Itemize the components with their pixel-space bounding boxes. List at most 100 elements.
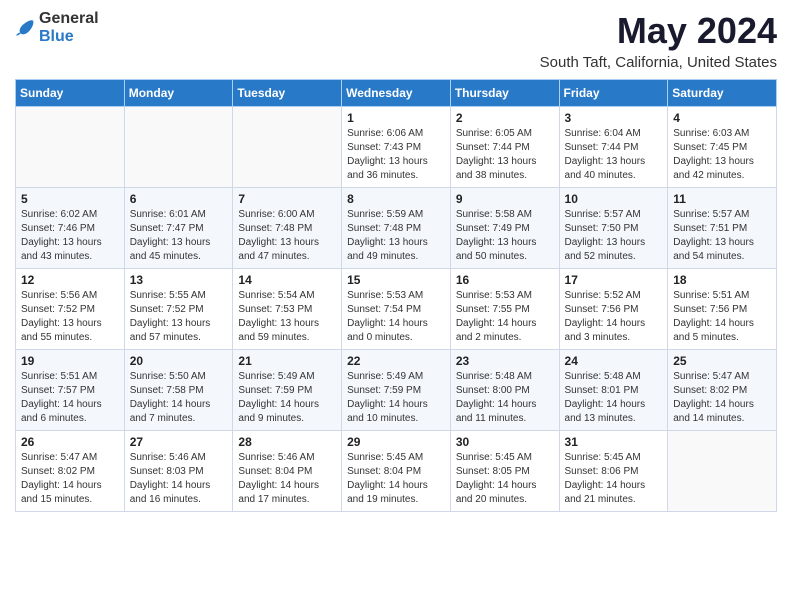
calendar-cell: 31 Sunrise: 5:45 AM Sunset: 8:06 PM Dayli… (559, 431, 668, 512)
day-detail: Sunrise: 6:04 AM Sunset: 7:44 PM Dayligh… (565, 127, 663, 183)
calendar-cell: 23 Sunrise: 5:48 AM Sunset: 8:00 PM Dayli… (450, 350, 559, 431)
calendar-cell: 21Sunrise: 5:49 AM Sunset: 7:59 PM Dayli… (233, 350, 342, 431)
day-number: 18 (673, 273, 771, 287)
calendar-cell: 6Sunrise: 6:01 AM Sunset: 7:47 PM Daylig… (124, 188, 233, 269)
calendar-body: 1 Sunrise: 6:06 AM Sunset: 7:43 PM Daylig… (16, 107, 777, 512)
calendar-cell: 12 Sunrise: 5:56 AM Sunset: 7:52 PM Dayli… (16, 269, 125, 350)
logo-bird-icon (15, 19, 37, 37)
calendar-cell: 30 Sunrise: 5:45 AM Sunset: 8:05 PM Dayli… (450, 431, 559, 512)
calendar-cell: 25 Sunrise: 5:47 AM Sunset: 8:02 PM Dayli… (668, 350, 777, 431)
day-detail: Sunrise: 5:58 AM Sunset: 7:49 PM Dayligh… (456, 208, 554, 264)
day-detail: Sunrise: 5:57 AM Sunset: 7:50 PM Dayligh… (565, 208, 663, 264)
day-number: 23 (456, 354, 554, 368)
day-number: 22 (347, 354, 445, 368)
day-detail: Sunrise: 5:45 AM Sunset: 8:04 PM Dayligh… (347, 451, 445, 507)
day-detail: Sunrise: 6:00 AM Sunset: 7:48 PM Dayligh… (238, 208, 336, 264)
calendar-cell: 27 Sunrise: 5:46 AM Sunset: 8:03 PM Dayli… (124, 431, 233, 512)
day-number: 13 (130, 273, 228, 287)
calendar-cell: 7Sunrise: 6:00 AM Sunset: 7:48 PM Daylig… (233, 188, 342, 269)
header: General Blue May 2024 South Taft, Califo… (15, 10, 777, 71)
calendar-cell: 4 Sunrise: 6:03 AM Sunset: 7:45 PM Daylig… (668, 107, 777, 188)
day-detail: Sunrise: 6:05 AM Sunset: 7:44 PM Dayligh… (456, 127, 554, 183)
logo-general-text: General (39, 10, 99, 27)
calendar-cell: 29 Sunrise: 5:45 AM Sunset: 8:04 PM Dayli… (342, 431, 451, 512)
day-detail: Sunrise: 5:53 AM Sunset: 7:55 PM Dayligh… (456, 289, 554, 345)
calendar-cell: 8Sunrise: 5:59 AM Sunset: 7:48 PM Daylig… (342, 188, 451, 269)
day-detail: Sunrise: 5:46 AM Sunset: 8:03 PM Dayligh… (130, 451, 228, 507)
day-number: 26 (21, 435, 119, 449)
day-detail: Sunrise: 5:56 AM Sunset: 7:52 PM Dayligh… (21, 289, 119, 345)
day-detail: Sunrise: 5:48 AM Sunset: 8:00 PM Dayligh… (456, 370, 554, 426)
day-number: 11 (673, 192, 771, 206)
calendar-cell: 18Sunrise: 5:51 AM Sunset: 7:56 PM Dayli… (668, 269, 777, 350)
calendar-cell: 3Sunrise: 6:04 AM Sunset: 7:44 PM Daylig… (559, 107, 668, 188)
calendar-cell: 16 Sunrise: 5:53 AM Sunset: 7:55 PM Dayli… (450, 269, 559, 350)
day-header-sunday: Sunday (16, 80, 125, 107)
day-detail: Sunrise: 5:54 AM Sunset: 7:53 PM Dayligh… (238, 289, 336, 345)
day-header-monday: Monday (124, 80, 233, 107)
day-detail: Sunrise: 5:48 AM Sunset: 8:01 PM Dayligh… (565, 370, 663, 426)
calendar-cell: 13 Sunrise: 5:55 AM Sunset: 7:52 PM Dayli… (124, 269, 233, 350)
calendar-cell: 22 Sunrise: 5:49 AM Sunset: 7:59 PM Dayli… (342, 350, 451, 431)
day-detail: Sunrise: 5:57 AM Sunset: 7:51 PM Dayligh… (673, 208, 771, 264)
day-number: 27 (130, 435, 228, 449)
calendar-cell: 14 Sunrise: 5:54 AM Sunset: 7:53 PM Dayli… (233, 269, 342, 350)
calendar-cell: 2Sunrise: 6:05 AM Sunset: 7:44 PM Daylig… (450, 107, 559, 188)
day-number: 6 (130, 192, 228, 206)
day-detail: Sunrise: 5:45 AM Sunset: 8:05 PM Dayligh… (456, 451, 554, 507)
day-number: 1 (347, 111, 445, 125)
calendar-cell: 9 Sunrise: 5:58 AM Sunset: 7:49 PM Daylig… (450, 188, 559, 269)
day-number: 5 (21, 192, 119, 206)
day-detail: Sunrise: 5:46 AM Sunset: 8:04 PM Dayligh… (238, 451, 336, 507)
day-header-friday: Friday (559, 80, 668, 107)
day-number: 24 (565, 354, 663, 368)
day-number: 16 (456, 273, 554, 287)
day-number: 25 (673, 354, 771, 368)
logo-blue-text: Blue (39, 28, 74, 45)
day-detail: Sunrise: 5:49 AM Sunset: 7:59 PM Dayligh… (347, 370, 445, 426)
subtitle: South Taft, California, United States (540, 54, 777, 71)
day-detail: Sunrise: 6:06 AM Sunset: 7:43 PM Dayligh… (347, 127, 445, 183)
calendar-cell: 11 Sunrise: 5:57 AM Sunset: 7:51 PM Dayli… (668, 188, 777, 269)
day-detail: Sunrise: 5:49 AM Sunset: 7:59 PM Dayligh… (238, 370, 336, 426)
day-number: 15 (347, 273, 445, 287)
day-number: 31 (565, 435, 663, 449)
title-area: May 2024 South Taft, California, United … (540, 10, 777, 71)
day-detail: Sunrise: 5:47 AM Sunset: 8:02 PM Dayligh… (673, 370, 771, 426)
calendar-week-1: 1 Sunrise: 6:06 AM Sunset: 7:43 PM Daylig… (16, 107, 777, 188)
day-number: 4 (673, 111, 771, 125)
day-detail: Sunrise: 5:55 AM Sunset: 7:52 PM Dayligh… (130, 289, 228, 345)
calendar-cell: 10 Sunrise: 5:57 AM Sunset: 7:50 PM Dayli… (559, 188, 668, 269)
day-number: 10 (565, 192, 663, 206)
calendar-cell (16, 107, 125, 188)
calendar-cell: 24 Sunrise: 5:48 AM Sunset: 8:01 PM Dayli… (559, 350, 668, 431)
calendar-header-row: SundayMondayTuesdayWednesdayThursdayFrid… (16, 80, 777, 107)
day-detail: Sunrise: 5:51 AM Sunset: 7:57 PM Dayligh… (21, 370, 119, 426)
calendar-cell: 28Sunrise: 5:46 AM Sunset: 8:04 PM Dayli… (233, 431, 342, 512)
day-number: 14 (238, 273, 336, 287)
day-header-saturday: Saturday (668, 80, 777, 107)
day-detail: Sunrise: 5:45 AM Sunset: 8:06 PM Dayligh… (565, 451, 663, 507)
day-number: 12 (21, 273, 119, 287)
calendar-week-2: 5Sunrise: 6:02 AM Sunset: 7:46 PM Daylig… (16, 188, 777, 269)
calendar-week-4: 19 Sunrise: 5:51 AM Sunset: 7:57 PM Dayli… (16, 350, 777, 431)
day-header-thursday: Thursday (450, 80, 559, 107)
day-number: 8 (347, 192, 445, 206)
calendar-cell: 19 Sunrise: 5:51 AM Sunset: 7:57 PM Dayli… (16, 350, 125, 431)
day-number: 30 (456, 435, 554, 449)
day-number: 20 (130, 354, 228, 368)
day-detail: Sunrise: 6:03 AM Sunset: 7:45 PM Dayligh… (673, 127, 771, 183)
calendar-cell (233, 107, 342, 188)
calendar-cell: 1 Sunrise: 6:06 AM Sunset: 7:43 PM Daylig… (342, 107, 451, 188)
day-detail: Sunrise: 5:52 AM Sunset: 7:56 PM Dayligh… (565, 289, 663, 345)
calendar-cell: 5Sunrise: 6:02 AM Sunset: 7:46 PM Daylig… (16, 188, 125, 269)
calendar-table: SundayMondayTuesdayWednesdayThursdayFrid… (15, 79, 777, 512)
main-title: May 2024 (540, 10, 777, 52)
day-number: 29 (347, 435, 445, 449)
calendar-cell (668, 431, 777, 512)
calendar-cell: 26Sunrise: 5:47 AM Sunset: 8:02 PM Dayli… (16, 431, 125, 512)
day-number: 19 (21, 354, 119, 368)
day-header-tuesday: Tuesday (233, 80, 342, 107)
day-number: 9 (456, 192, 554, 206)
day-detail: Sunrise: 5:50 AM Sunset: 7:58 PM Dayligh… (130, 370, 228, 426)
